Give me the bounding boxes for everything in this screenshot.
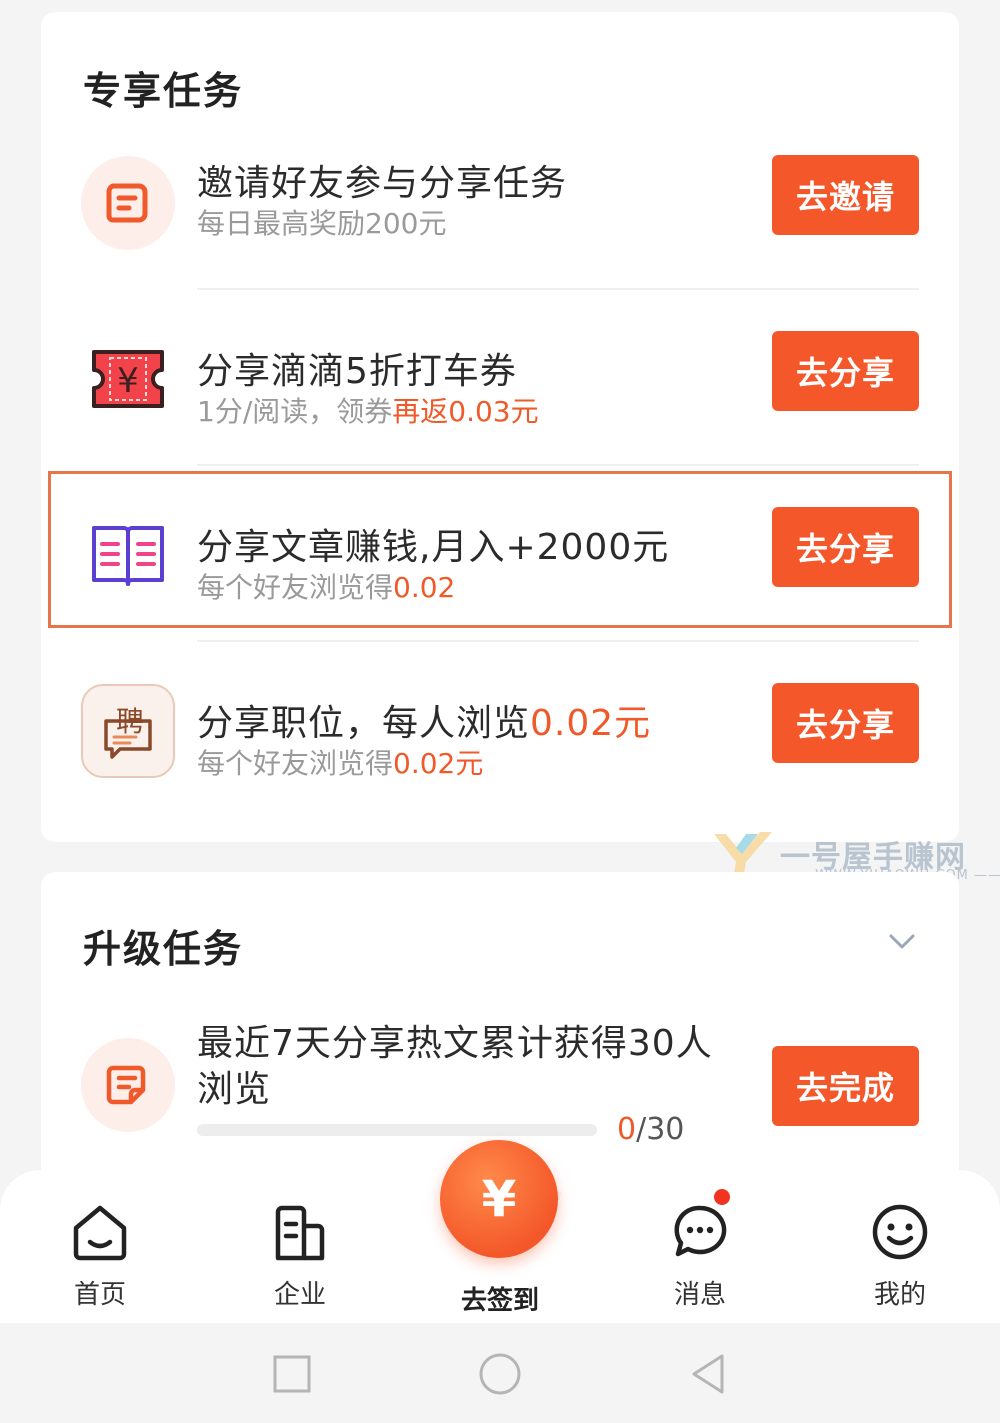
chat-document-icon — [81, 156, 175, 250]
nav-label-messages: 消息 — [673, 1280, 726, 1310]
nav-label-checkin: 去签到 — [460, 1286, 539, 1316]
task-title: 分享职位，每人浏览0.02元 — [197, 703, 652, 744]
task-invite-friends: 邀请好友参与分享任务 每日最高奖励200元 去邀请 — [41, 112, 959, 272]
yuan-icon: ¥ — [481, 1170, 517, 1228]
back-icon[interactable] — [688, 1352, 728, 1396]
nav-messages[interactable]: 消息 — [630, 1170, 770, 1323]
section-title-upgrade: 升级任务 — [83, 927, 244, 971]
task-didi-coupon: ¥ 分享滴滴5折打车券 1分/阅读，领券再返0.03元 去分享 — [41, 288, 959, 448]
svg-text:聘: 聘 — [116, 705, 144, 738]
task-subtitle: 1分/阅读，领券再返0.03元 — [197, 395, 539, 428]
notification-dot — [712, 1187, 732, 1207]
checkin-button[interactable]: ¥ — [440, 1140, 558, 1258]
yuan-ticket-icon: ¥ — [81, 332, 175, 426]
nav-home[interactable]: 首页 — [30, 1170, 170, 1323]
building-icon — [275, 1205, 325, 1261]
nav-label-mine: 我的 — [873, 1280, 926, 1310]
task-title: 邀请好友参与分享任务 — [197, 163, 568, 204]
complete-button[interactable]: 去完成 — [772, 1046, 919, 1126]
nav-mine[interactable]: 我的 — [830, 1170, 970, 1323]
progress-count: 0/30 — [617, 1112, 685, 1147]
recent-apps-icon[interactable] — [272, 1354, 312, 1394]
edit-document-icon — [81, 1038, 175, 1132]
task-title-line1: 最近7天分享热文累计获得30人 — [197, 1023, 713, 1064]
highlight-frame — [48, 471, 952, 628]
share-button[interactable]: 去分享 — [772, 331, 919, 411]
section-title-exclusive: 专享任务 — [83, 69, 244, 113]
message-icon — [674, 1205, 727, 1257]
nav-company[interactable]: 企业 — [230, 1170, 370, 1323]
task-title-line2: 浏览 — [197, 1069, 272, 1110]
svg-text:¥: ¥ — [117, 361, 139, 401]
task-share-job: 聘 分享职位，每人浏览0.02元 每个好友浏览得0.02元 去分享 — [41, 640, 959, 800]
progress-bar — [197, 1124, 597, 1136]
smiley-icon — [872, 1204, 928, 1260]
nav-label-company: 企业 — [273, 1280, 326, 1310]
system-nav-bar — [0, 1323, 1000, 1423]
nav-label-home: 首页 — [73, 1280, 126, 1310]
home-icon — [73, 1205, 127, 1261]
hiring-icon: 聘 — [81, 684, 175, 778]
task-subtitle: 每个好友浏览得0.02元 — [197, 747, 484, 780]
share-button[interactable]: 去分享 — [772, 683, 919, 763]
home-circle-icon[interactable] — [478, 1352, 522, 1396]
chevron-down-icon[interactable] — [887, 926, 917, 956]
exclusive-tasks-card: 专享任务 邀请好友参与分享任务 每日最高奖励200元 去邀请 ¥ 分享滴滴5折打… — [41, 12, 959, 842]
task-subtitle: 每日最高奖励200元 — [197, 207, 447, 240]
invite-button[interactable]: 去邀请 — [772, 155, 919, 235]
task-title: 分享滴滴5折打车券 — [197, 351, 517, 392]
